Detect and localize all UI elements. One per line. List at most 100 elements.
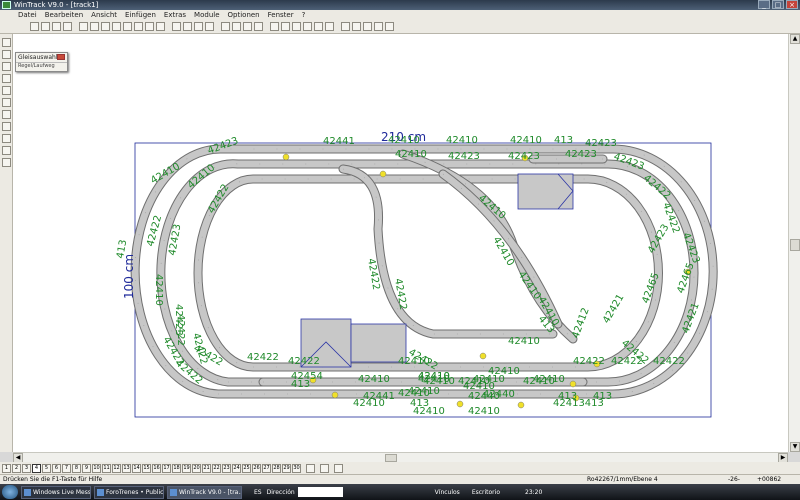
signal-icon[interactable]: [325, 22, 334, 31]
play-icon[interactable]: [320, 463, 329, 473]
info-icon[interactable]: [341, 22, 350, 31]
color-tool-icon[interactable]: [1, 134, 11, 143]
ruler-icon[interactable]: [334, 463, 343, 473]
scroll-up-icon[interactable]: ▲: [790, 34, 800, 44]
scenery-icon[interactable]: [374, 22, 383, 31]
font-F-tool-icon[interactable]: [1, 158, 11, 167]
layer-tab-2[interactable]: 2: [12, 463, 21, 473]
sound-icon[interactable]: [363, 22, 372, 31]
zoom-fit-icon[interactable]: [156, 22, 165, 31]
layer-tab-21[interactable]: 21: [202, 463, 211, 473]
undo-icon[interactable]: [183, 22, 192, 31]
layer-tab-27[interactable]: 27: [262, 463, 271, 473]
layer-tab-3[interactable]: 3: [22, 463, 31, 473]
menu-einfuegen[interactable]: Einfügen: [121, 11, 160, 19]
pointer-icon[interactable]: [205, 22, 214, 31]
record-icon[interactable]: [306, 463, 315, 473]
zoom-area-icon[interactable]: [172, 22, 181, 31]
layer-tab-18[interactable]: 18: [172, 463, 181, 473]
layer-tab-9[interactable]: 9: [82, 463, 91, 473]
language-indicator[interactable]: ES: [254, 489, 262, 496]
layer-tab-1[interactable]: 1: [2, 463, 11, 473]
preview-icon[interactable]: [79, 22, 88, 31]
layer-tab-13[interactable]: 13: [122, 463, 131, 473]
horizontal-scrollbar[interactable]: ◀ ▶: [13, 452, 788, 463]
layer-tab-19[interactable]: 19: [182, 463, 191, 473]
layer-tab-26[interactable]: 26: [252, 463, 261, 473]
rotate-right-icon[interactable]: [232, 22, 241, 31]
help-icon[interactable]: [385, 22, 394, 31]
links-toolbar[interactable]: Vínculos: [435, 489, 460, 496]
vertical-scroll-thumb[interactable]: [790, 239, 800, 251]
task-forotrenes[interactable]: ForoTrenes • Public...: [94, 485, 164, 499]
layer-tab-23[interactable]: 23: [222, 463, 231, 473]
minimize-button[interactable]: _: [758, 0, 770, 9]
menu-help[interactable]: ?: [298, 11, 310, 19]
rect-tool-icon[interactable]: [1, 86, 11, 95]
address-input[interactable]: [297, 487, 343, 497]
palette-tool-icon[interactable]: [1, 146, 11, 155]
maximize-button[interactable]: □: [772, 0, 784, 9]
zoom-out-icon[interactable]: [145, 22, 154, 31]
layer-tab-15[interactable]: 15: [142, 463, 151, 473]
delete-icon[interactable]: [352, 22, 361, 31]
arc-tool-icon[interactable]: [1, 74, 11, 83]
scroll-down-icon[interactable]: ▼: [790, 442, 800, 452]
layer-tab-11[interactable]: 11: [102, 463, 111, 473]
layer-tab-25[interactable]: 25: [242, 463, 251, 473]
print-icon[interactable]: [63, 22, 72, 31]
menu-bearbeiten[interactable]: Bearbeiten: [41, 11, 87, 19]
snap-icon[interactable]: [303, 22, 312, 31]
layer-tab-30[interactable]: 30: [292, 463, 301, 473]
menu-fenster[interactable]: Fenster: [264, 11, 298, 19]
layer-tab-28[interactable]: 28: [272, 463, 281, 473]
layer-tab-5[interactable]: 5: [42, 463, 51, 473]
layer-tab-17[interactable]: 17: [162, 463, 171, 473]
horizontal-scroll-thumb[interactable]: [385, 454, 397, 462]
track-layout[interactable]: 210 cm100 cm42441 42410 42410 42410 413 42423…: [13, 34, 788, 452]
text-tool-icon[interactable]: [1, 98, 11, 107]
dim-tool-icon[interactable]: [1, 110, 11, 119]
mirror-icon[interactable]: [243, 22, 252, 31]
drawing-canvas[interactable]: 210 cm 100 cm 42441 42410 42410 42410 413 42423…: [13, 34, 788, 452]
copy-icon[interactable]: [90, 22, 99, 31]
connect-icon[interactable]: [314, 22, 323, 31]
save-icon[interactable]: [52, 22, 61, 31]
fill-tool-icon[interactable]: [1, 122, 11, 131]
layer-tab-4[interactable]: 4: [32, 463, 41, 473]
paste-icon[interactable]: [101, 22, 110, 31]
layer-tab-20[interactable]: 20: [192, 463, 201, 473]
menu-ansicht[interactable]: Ansicht: [87, 11, 121, 19]
close-button[interactable]: ×: [786, 0, 798, 9]
layer-tab-10[interactable]: 10: [92, 463, 101, 473]
start-button[interactable]: [2, 485, 18, 499]
layer-tab-14[interactable]: 14: [132, 463, 141, 473]
draw-tool-icon[interactable]: [1, 50, 11, 59]
zoom-in-icon[interactable]: [134, 22, 143, 31]
layer-tab-22[interactable]: 22: [212, 463, 221, 473]
line-tool-icon[interactable]: [1, 62, 11, 71]
menu-module[interactable]: Module: [190, 11, 223, 19]
open-icon[interactable]: [41, 22, 50, 31]
layers-icon[interactable]: [123, 22, 132, 31]
new-icon[interactable]: [30, 22, 39, 31]
menu-optionen[interactable]: Optionen: [224, 11, 264, 19]
pan-icon[interactable]: [254, 22, 263, 31]
layer-tab-7[interactable]: 7: [62, 463, 71, 473]
redo-icon[interactable]: [194, 22, 203, 31]
measure-icon[interactable]: [270, 22, 279, 31]
vertical-scrollbar[interactable]: ▲ ▼: [788, 34, 800, 452]
grid-icon[interactable]: [292, 22, 301, 31]
rotate-left-icon[interactable]: [221, 22, 230, 31]
track-tool-icon[interactable]: [281, 22, 290, 31]
cut-icon[interactable]: [112, 22, 121, 31]
layer-tab-12[interactable]: 12: [112, 463, 121, 473]
menu-datei[interactable]: Datei: [14, 11, 41, 19]
menu-extras[interactable]: Extras: [160, 11, 190, 19]
layer-tab-16[interactable]: 16: [152, 463, 161, 473]
track-selection-panel[interactable]: Gleisauswahl Regel/Laufweg: [15, 52, 68, 72]
layer-tab-29[interactable]: 29: [282, 463, 291, 473]
desktop-toolbar[interactable]: Escritorio: [472, 489, 500, 496]
layer-tab-24[interactable]: 24: [232, 463, 241, 473]
layer-tab-6[interactable]: 6: [52, 463, 61, 473]
